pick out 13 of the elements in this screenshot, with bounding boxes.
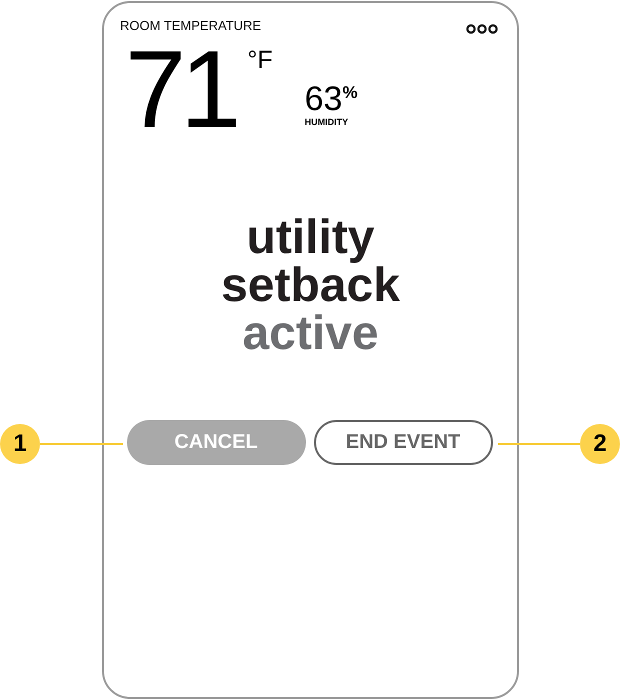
status-message-line: active	[242, 310, 379, 358]
callout-number: 2	[580, 424, 620, 464]
callout-number: 1	[0, 424, 40, 464]
humidity-label: HUMIDITY	[304, 117, 350, 128]
room-temperature-label: ROOM TEMPERATURE	[120, 18, 262, 34]
humidity-unit: %	[342, 84, 358, 101]
end-event-button[interactable]: END EVENT	[314, 420, 492, 465]
temperature-unit: °F	[247, 48, 273, 73]
status-message-line: utility	[246, 214, 374, 262]
temperature-value: 71	[125, 40, 236, 140]
status-message-line: setback	[221, 262, 400, 310]
more-options-icon[interactable]	[466, 24, 498, 34]
humidity-value: 63	[304, 82, 342, 116]
